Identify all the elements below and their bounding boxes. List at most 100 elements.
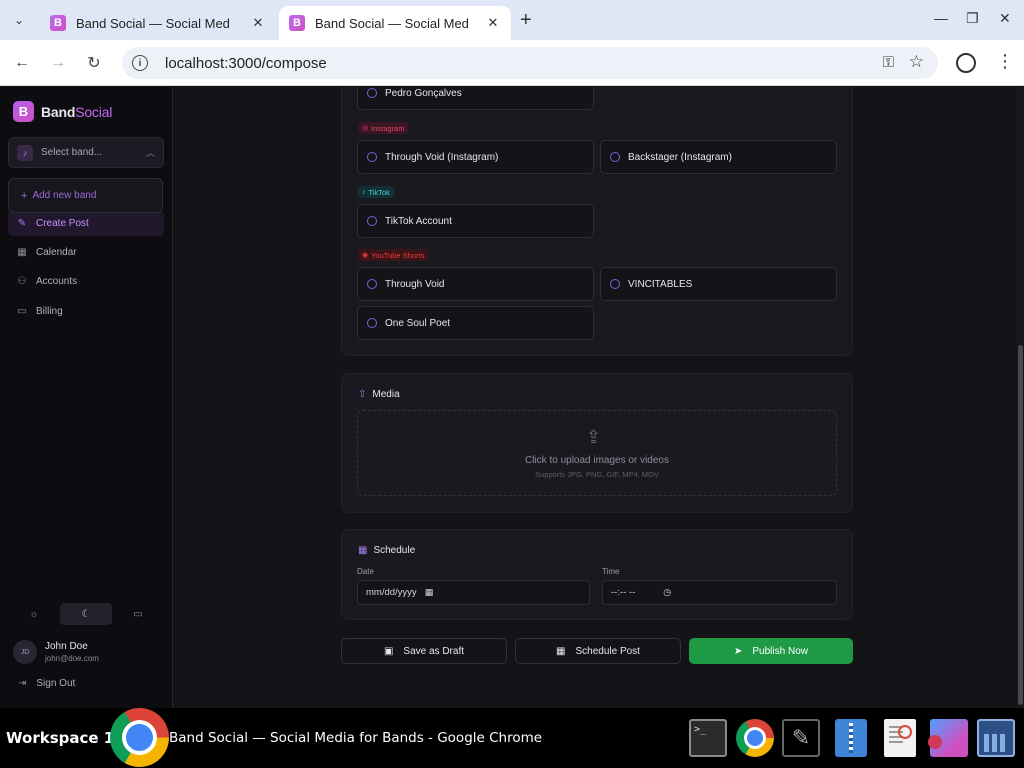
account-option[interactable]: TikTok Account [357,204,594,238]
account-label: VINCITABLES [628,278,693,290]
brand-logo[interactable]: B BandSocial [13,101,112,122]
terminal-icon[interactable]: >_ [689,719,727,757]
band-select-dropdown[interactable]: ♪ Select band... ︿ [8,137,164,168]
browser-tab-1[interactable]: B Band Social — Social Med ✕ [40,6,276,40]
send-icon: ➤ [734,645,743,657]
account-option[interactable]: Pedro Gonçalves [357,87,594,110]
tab-title: Band Social — Social Med [76,15,230,31]
minimize-window-icon[interactable]: — [934,10,948,26]
scrollbar-thumb[interactable] [1018,345,1023,705]
platform-badge-instagram: ◎ Instagram [358,122,409,134]
checkbox-circle-icon [367,279,377,289]
upload-formats-hint: Supports JPG, PNG, GIF, MP4, MOV [535,470,659,479]
restore-window-icon[interactable]: ❐ [966,10,979,27]
time-value: --:-- -- [611,587,636,598]
band-social-favicon: B [50,15,66,31]
tab-title: Band Social — Social Med [315,15,469,31]
account-label: Through Void [385,278,445,290]
schedule-post-button[interactable]: ▦ Schedule Post [515,638,681,664]
credit-card-icon: ▭ [17,305,27,317]
password-key-icon[interactable]: ⚿ [883,54,894,71]
calendar-picker-icon[interactable]: ▦ [425,587,434,598]
archive-manager-icon[interactable] [835,719,867,757]
browser-toolbar: ← → ↻ i localhost:3000/compose ⚿ ☆ [0,40,1024,86]
user-profile[interactable]: JD John Doe john@doe.com [13,640,99,664]
band-select-placeholder: Select band... [41,147,103,158]
site-info-icon[interactable]: i [132,55,148,71]
add-new-band-label: Add new band [32,190,97,201]
nav-item-billing[interactable]: ▭ Billing [8,298,164,324]
schedule-card [341,529,853,620]
save-icon: ▣ [383,645,394,657]
account-option[interactable]: One Soul Poet [357,306,594,340]
band-social-favicon: B [289,15,305,31]
date-value: mm/dd/yyyy [366,587,417,598]
bookmark-star-icon[interactable]: ☆ [909,52,924,72]
app-viewport: B BandSocial ♪ Select band... ︿ + Add ne… [0,87,1024,708]
sidebar: B BandSocial ♪ Select band... ︿ + Add ne… [0,87,173,708]
system-theme-monitor-icon[interactable]: ▭ [112,603,164,625]
checkbox-circle-icon [610,279,620,289]
address-bar[interactable]: i localhost:3000/compose ⚿ ☆ [122,47,938,79]
add-new-band-option[interactable]: + Add new band [8,178,163,213]
close-tab-icon[interactable]: ✕ [485,15,501,31]
account-label: Through Void (Instagram) [385,151,499,163]
dark-theme-moon-icon[interactable]: ☾ [60,603,112,625]
active-window-title[interactable]: Band Social — Social Media for Bands - G… [169,730,542,746]
brand-mark-icon: B [13,101,34,122]
tab-search-chevron-icon[interactable]: ⌄ [8,9,30,31]
calculator-icon[interactable] [977,719,1015,757]
nav-label: Create Post [36,217,89,229]
new-tab-plus-icon[interactable]: + [520,9,532,31]
save-draft-button[interactable]: ▣ Save as Draft [341,638,507,664]
nav-label: Accounts [36,275,78,287]
chevron-up-icon: ︿ [145,148,155,158]
account-label: Pedro Gonçalves [385,87,462,99]
time-input[interactable]: --:-- -- ◷ [602,580,837,605]
platform-badge-tiktok: ♪ TikTok [358,186,394,198]
light-theme-sun-icon[interactable]: ☼ [8,603,60,625]
brand-name: BandSocial [41,103,113,120]
forward-arrow-icon[interactable]: → [46,51,70,75]
back-arrow-icon[interactable]: ← [10,51,34,75]
nav-item-calendar[interactable]: ▦ Calendar [8,239,164,265]
sign-out-label: Sign Out [36,678,76,689]
nav-item-accounts[interactable]: ⚇ Accounts [8,268,164,294]
youtube-icon: ◉ [362,252,369,259]
calendar-icon: ▦ [17,246,27,258]
account-option[interactable]: VINCITABLES [600,267,837,301]
chrome-launcher-icon[interactable] [736,719,774,757]
browser-tab-2[interactable]: B Band Social — Social Med ✕ [279,6,511,40]
music-note-icon: ♪ [17,144,33,161]
document-viewer-icon[interactable] [884,719,916,757]
clock-icon[interactable]: ◷ [663,587,671,598]
user-name: John Doe [45,641,88,652]
account-option[interactable]: Through Void (Instagram) [357,140,594,174]
nav-label: Calendar [36,246,77,258]
date-input[interactable]: mm/dd/yyyy ▦ [357,580,590,605]
image-viewer-icon[interactable] [928,719,968,757]
checkbox-circle-icon [367,152,377,162]
page-scrollbar[interactable] [1017,87,1024,708]
workspace-label[interactable]: Workspace 1 [6,729,114,747]
nav-item-create-post[interactable]: ✎ Create Post [8,210,164,236]
close-window-icon[interactable]: ✕ [999,10,1011,27]
account-option[interactable]: Through Void [357,267,594,301]
sign-out-button[interactable]: ⇥ Sign Out [18,678,75,689]
account-label: Backstager (Instagram) [628,151,732,163]
text-editor-icon[interactable]: ✎ [782,719,820,757]
close-tab-icon[interactable]: ✕ [250,15,266,31]
chrome-app-icon[interactable] [110,708,169,767]
account-option[interactable]: Backstager (Instagram) [600,140,837,174]
publish-now-button[interactable]: ➤ Publish Now [689,638,853,664]
calendar-icon: ▦ [358,545,368,556]
platform-badge-youtube-shorts: ◉ YouTube Shorts [358,249,429,261]
avatar: JD [13,640,37,664]
url-text[interactable]: localhost:3000/compose [165,55,327,72]
reload-icon[interactable]: ↻ [82,51,106,75]
browser-tab-bar: ⌄ B Band Social — Social Med ✕ B Band So… [0,0,1024,40]
browser-menu-icon[interactable]: ⋮ [996,51,1014,72]
media-upload-dropzone[interactable]: ⇪ Click to upload images or videos Suppo… [357,410,837,496]
edit-icon: ✎ [17,217,27,229]
profile-avatar-icon[interactable] [956,53,976,73]
